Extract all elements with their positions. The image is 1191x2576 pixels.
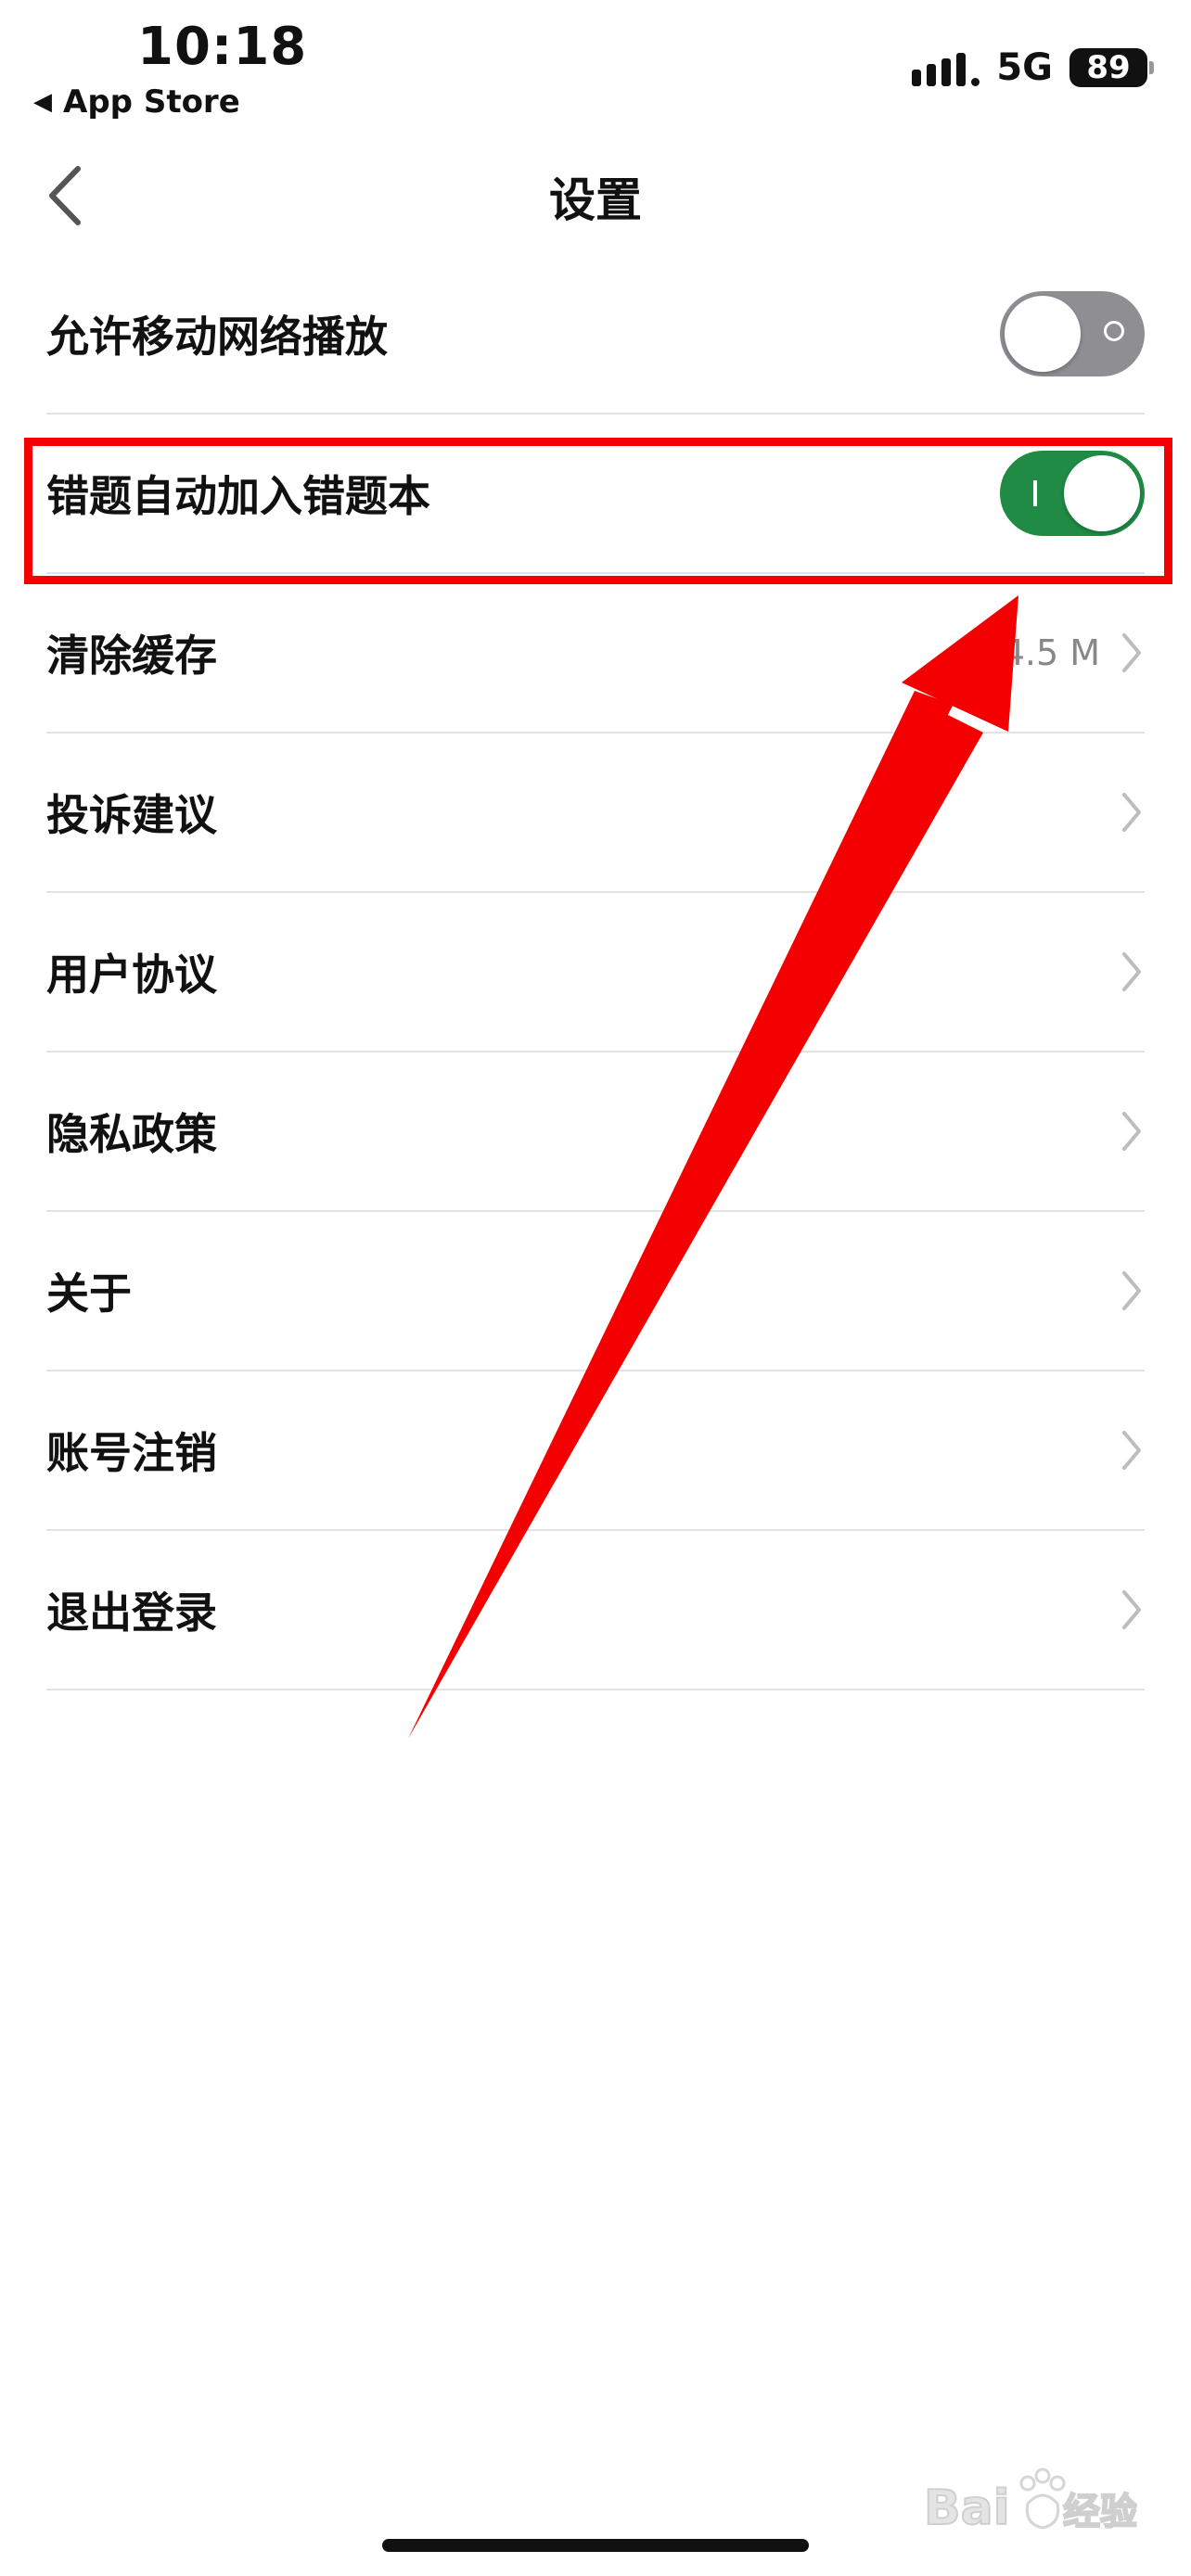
settings-screen: 10:18 ◀ App Store 5G 89 设置 允许移动网络播放 错题自动…	[0, 0, 1191, 2576]
home-indicator[interactable]	[382, 2539, 809, 2552]
annotation-arrow-icon	[408, 595, 1018, 1739]
svg-text:经验: 经验	[1063, 2491, 1137, 2533]
baidu-jingyan-watermark-logo: Bai 经验	[924, 2468, 1137, 2537]
svg-text:Bai: Bai	[924, 2480, 1010, 2536]
